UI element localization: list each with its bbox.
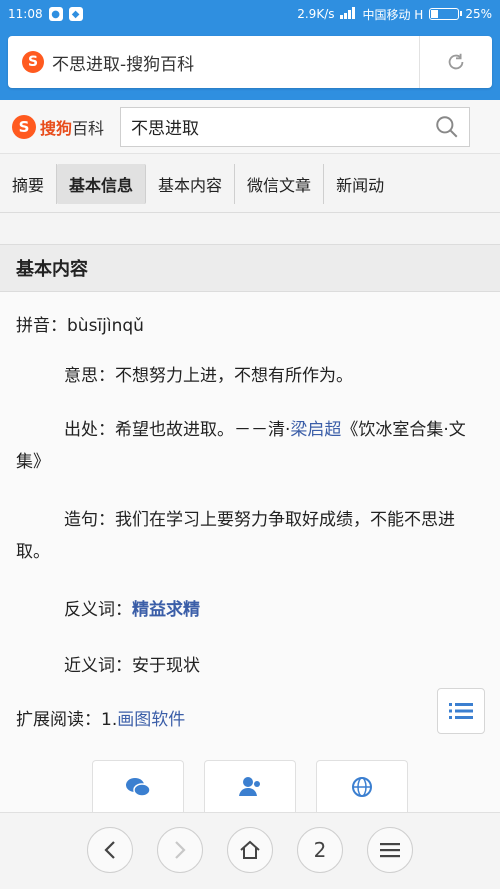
author-link[interactable]: 梁启超 — [290, 420, 341, 440]
tab-count: 2 — [313, 838, 327, 862]
site-logo[interactable]: S 搜狗百科 — [12, 114, 105, 139]
chevron-right-icon — [175, 841, 186, 859]
battery-icon — [429, 8, 463, 20]
section-title: 基本内容 — [0, 244, 500, 292]
wechat-icon — [126, 777, 151, 797]
battery-percent: 25% — [465, 7, 492, 21]
address-bar-title[interactable]: 不思进取-搜狗百科 — [52, 50, 419, 75]
antonym-line: 反义词：精益求精 — [64, 600, 200, 620]
notification-icon: ● — [48, 7, 63, 21]
source-line: 出处：希望也故进取。－－清·梁启超《饮冰室合集·文集》 — [16, 420, 466, 472]
toc-button[interactable] — [437, 688, 485, 734]
user-icon — [239, 776, 260, 796]
share-contact-button[interactable] — [204, 760, 296, 812]
globe-icon — [352, 776, 372, 797]
address-bar[interactable]: S 不思进取-搜狗百科 — [8, 36, 492, 88]
pinyin-value: bùsījìnqǔ — [67, 316, 144, 336]
synonym-line: 近义词：安于现状 — [64, 656, 200, 676]
site-header: S 搜狗百科 — [0, 100, 500, 154]
home-button[interactable] — [227, 827, 273, 873]
carrier-name: 中国移动 H — [362, 7, 424, 22]
tab-basic-content[interactable]: 基本内容 — [146, 163, 236, 204]
search-box — [120, 106, 471, 147]
tab-news[interactable]: 新闻动 — [324, 164, 396, 204]
sogou-logo-icon: S — [12, 114, 36, 139]
antonym-link[interactable]: 精益求精 — [132, 600, 200, 620]
status-time: 11:08 — [8, 7, 43, 21]
brand-name: 搜狗百科 — [40, 118, 105, 138]
extended-reading-link[interactable]: 画图软件 — [117, 710, 185, 730]
article-content: 拼音：bùsījìnqǔ 意思：不想努力上进，不想有所作为。 出处：希望也故进取… — [0, 292, 500, 812]
search-input[interactable] — [121, 116, 426, 137]
status-bar: 11:08 ● ◆ 2.9K/s 中国移动 H 25% — [0, 0, 500, 28]
share-wechat-button[interactable] — [92, 760, 184, 812]
browser-url-area: S 不思进取-搜狗百科 — [0, 28, 500, 100]
menu-button[interactable] — [367, 827, 413, 873]
section-tabs: 摘要 基本信息 基本内容 微信文章 新闻动 — [0, 155, 500, 213]
menu-icon — [380, 843, 400, 858]
signal-icon — [340, 6, 356, 22]
forward-button[interactable] — [157, 827, 203, 873]
share-web-button[interactable] — [316, 760, 408, 812]
back-button[interactable] — [87, 827, 133, 873]
extended-reading-line: 扩展阅读：1.画图软件 — [16, 710, 186, 730]
example-line: 造句：我们在学习上要努力争取好成绩，不能不思进取。 — [16, 510, 455, 562]
tabs-count-button[interactable]: 2 — [297, 827, 343, 873]
search-icon[interactable] — [425, 107, 469, 147]
share-row — [0, 760, 500, 812]
chevron-left-icon — [104, 841, 115, 859]
network-speed: 2.9K/s — [297, 7, 335, 21]
browser-bottom-bar: 2 — [0, 812, 500, 889]
home-icon — [240, 840, 260, 859]
app-icon: ◆ — [68, 7, 83, 21]
list-icon — [449, 703, 473, 719]
pinyin-line: 拼音：bùsījìnqǔ — [16, 316, 144, 336]
tab-basic-info[interactable]: 基本信息 — [57, 163, 147, 204]
reload-icon[interactable] — [420, 51, 492, 73]
tab-summary[interactable]: 摘要 — [0, 163, 58, 204]
tab-wechat-articles[interactable]: 微信文章 — [235, 163, 325, 204]
meaning-line: 意思：不想努力上进，不想有所作为。 — [64, 366, 353, 386]
site-favicon-icon: S — [22, 51, 44, 73]
scrolled-partial-line — [0, 213, 500, 243]
